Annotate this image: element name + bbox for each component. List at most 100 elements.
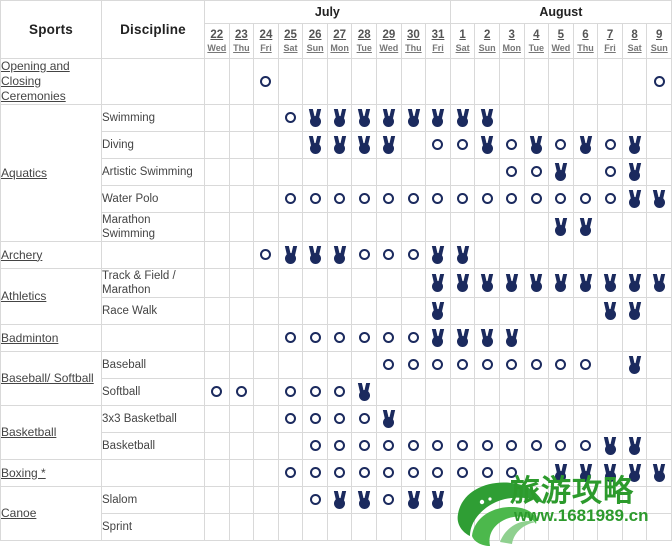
schedule-cell[interactable] (621, 241, 648, 269)
day-header-2[interactable]: 24 Fri (253, 23, 279, 59)
schedule-cell[interactable] (646, 104, 672, 132)
schedule-cell[interactable] (253, 212, 279, 242)
schedule-cell[interactable] (474, 459, 500, 487)
schedule-cell[interactable] (204, 212, 230, 242)
schedule-cell[interactable] (277, 58, 304, 105)
schedule-cell[interactable] (302, 486, 328, 514)
schedule-cell[interactable] (597, 185, 623, 213)
schedule-cell[interactable] (498, 185, 525, 213)
schedule-cell[interactable] (498, 378, 525, 406)
schedule-cell[interactable] (498, 351, 525, 379)
sport-link[interactable]: Canoe (1, 506, 36, 520)
schedule-cell[interactable] (621, 158, 648, 186)
schedule-cell[interactable] (449, 351, 476, 379)
day-header-7[interactable]: 29 Wed (376, 23, 402, 59)
schedule-cell[interactable] (204, 241, 230, 269)
schedule-cell[interactable] (351, 432, 378, 460)
schedule-cell[interactable] (572, 212, 599, 242)
schedule-cell[interactable] (228, 459, 255, 487)
schedule-cell[interactable] (228, 104, 255, 132)
schedule-cell[interactable] (572, 486, 599, 514)
schedule-cell[interactable] (646, 131, 672, 159)
schedule-cell[interactable] (646, 486, 672, 514)
schedule-cell[interactable] (548, 486, 574, 514)
day-header-0[interactable]: 22 Wed (204, 23, 230, 59)
day-header-10[interactable]: 1 Sat (449, 23, 476, 59)
schedule-cell[interactable] (498, 459, 525, 487)
schedule-cell[interactable] (498, 297, 525, 325)
schedule-cell[interactable] (621, 212, 648, 242)
schedule-cell[interactable] (498, 513, 525, 541)
schedule-cell[interactable] (376, 513, 402, 541)
schedule-cell[interactable] (597, 297, 623, 325)
day-header-16[interactable]: 7 Fri (597, 23, 623, 59)
schedule-cell[interactable] (572, 185, 599, 213)
schedule-cell[interactable] (326, 212, 353, 242)
schedule-cell[interactable] (474, 131, 500, 159)
schedule-cell[interactable] (253, 58, 279, 105)
schedule-cell[interactable] (548, 241, 574, 269)
schedule-cell[interactable] (425, 158, 451, 186)
schedule-cell[interactable] (228, 297, 255, 325)
schedule-cell[interactable] (523, 351, 550, 379)
schedule-cell[interactable] (228, 131, 255, 159)
schedule-cell[interactable] (548, 324, 574, 352)
schedule-cell[interactable] (523, 432, 550, 460)
schedule-cell[interactable] (204, 351, 230, 379)
schedule-cell[interactable] (277, 432, 304, 460)
schedule-cell[interactable] (376, 268, 402, 298)
schedule-cell[interactable] (228, 185, 255, 213)
schedule-cell[interactable] (597, 158, 623, 186)
schedule-cell[interactable] (253, 486, 279, 514)
schedule-cell[interactable] (228, 241, 255, 269)
schedule-cell[interactable] (474, 268, 500, 298)
schedule-cell[interactable] (621, 405, 648, 433)
schedule-cell[interactable] (572, 131, 599, 159)
schedule-cell[interactable] (548, 459, 574, 487)
schedule-cell[interactable] (597, 268, 623, 298)
schedule-cell[interactable] (326, 351, 353, 379)
schedule-cell[interactable] (400, 212, 427, 242)
schedule-cell[interactable] (449, 378, 476, 406)
schedule-cell[interactable] (572, 324, 599, 352)
day-header-18[interactable]: 9 Sun (646, 23, 672, 59)
sport-link[interactable]: Archery (1, 248, 42, 262)
schedule-cell[interactable] (449, 212, 476, 242)
schedule-cell[interactable] (474, 58, 500, 105)
schedule-cell[interactable] (376, 58, 402, 105)
schedule-cell[interactable] (449, 241, 476, 269)
schedule-cell[interactable] (253, 324, 279, 352)
schedule-cell[interactable] (351, 268, 378, 298)
schedule-cell[interactable] (302, 185, 328, 213)
schedule-cell[interactable] (449, 324, 476, 352)
schedule-cell[interactable] (326, 405, 353, 433)
schedule-cell[interactable] (277, 459, 304, 487)
schedule-cell[interactable] (449, 268, 476, 298)
schedule-cell[interactable] (646, 459, 672, 487)
schedule-cell[interactable] (474, 104, 500, 132)
schedule-cell[interactable] (425, 212, 451, 242)
schedule-cell[interactable] (376, 324, 402, 352)
schedule-cell[interactable] (597, 513, 623, 541)
schedule-cell[interactable] (277, 378, 304, 406)
schedule-cell[interactable] (302, 104, 328, 132)
schedule-cell[interactable] (548, 158, 574, 186)
schedule-cell[interactable] (425, 459, 451, 487)
schedule-cell[interactable] (449, 513, 476, 541)
schedule-cell[interactable] (326, 158, 353, 186)
schedule-cell[interactable] (376, 378, 402, 406)
schedule-cell[interactable] (548, 268, 574, 298)
schedule-cell[interactable] (572, 378, 599, 406)
day-header-8[interactable]: 30 Thu (400, 23, 427, 59)
day-header-5[interactable]: 27 Mon (326, 23, 353, 59)
schedule-cell[interactable] (474, 486, 500, 514)
schedule-cell[interactable] (621, 432, 648, 460)
schedule-cell[interactable] (228, 158, 255, 186)
schedule-cell[interactable] (277, 131, 304, 159)
schedule-cell[interactable] (204, 297, 230, 325)
schedule-cell[interactable] (253, 459, 279, 487)
schedule-cell[interactable] (523, 185, 550, 213)
schedule-cell[interactable] (228, 324, 255, 352)
schedule-cell[interactable] (523, 158, 550, 186)
schedule-cell[interactable] (498, 486, 525, 514)
